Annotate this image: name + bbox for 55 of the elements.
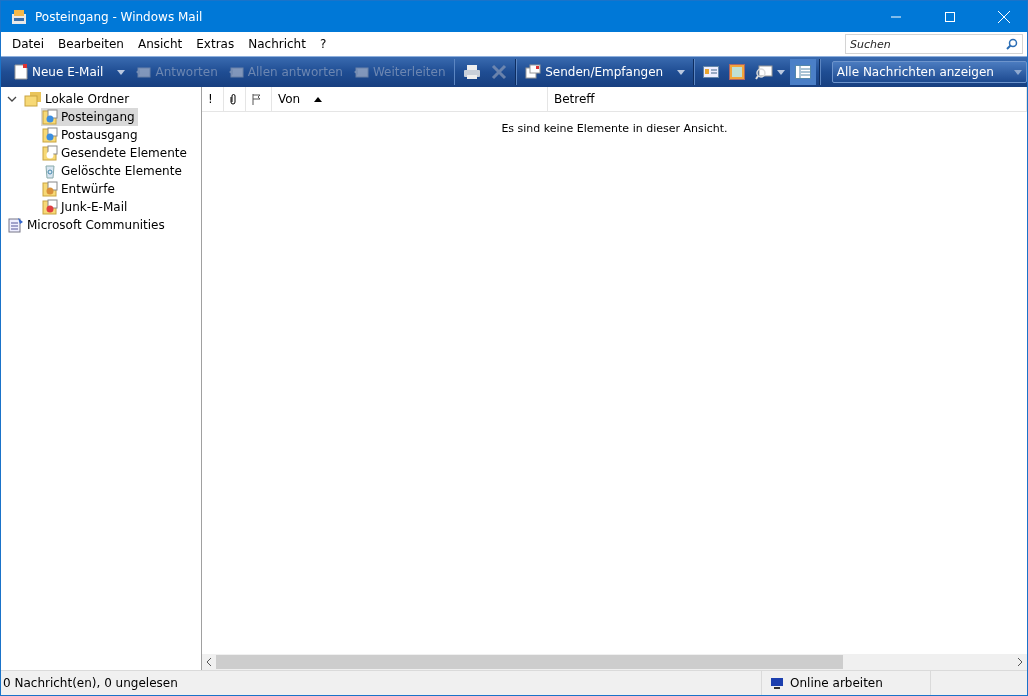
caret-icon — [777, 69, 785, 75]
folder-item[interactable]: Lokale Ordner — [23, 90, 133, 108]
maximize-icon — [945, 11, 955, 22]
folder-item[interactable]: Gelöschte Elemente — [41, 162, 185, 180]
folder-item[interactable]: Junk-E-Mail — [41, 198, 131, 216]
menu-item[interactable]: Bearbeiten — [51, 35, 131, 53]
menu-item[interactable]: ? — [312, 35, 334, 53]
paperclip-icon — [230, 93, 236, 105]
computer-icon — [770, 676, 784, 690]
folders-icon — [24, 91, 42, 107]
empty-message: Es sind keine Elemente in dieser Ansicht. — [501, 122, 728, 136]
caret-icon — [117, 69, 126, 75]
toolbar-button[interactable]: Neue E-Mail — [9, 59, 131, 85]
recycle-bin-icon — [42, 163, 58, 179]
close-icon — [998, 10, 1010, 23]
caret-icon — [1013, 69, 1022, 75]
toolbar-button[interactable]: Senden/Empfangen — [520, 59, 691, 85]
caret-icon — [677, 69, 686, 75]
drafts-folder-icon — [42, 181, 58, 197]
menu-item[interactable]: Ansicht — [130, 35, 190, 53]
find-message-icon — [755, 64, 773, 80]
scroll-right-icon — [1017, 658, 1023, 666]
folder-item[interactable]: Microsoft Communities — [7, 216, 168, 234]
layout-icon — [795, 65, 811, 79]
folder-item[interactable]: Entwürfe — [41, 180, 118, 198]
sent-folder-icon — [42, 145, 58, 161]
send-receive-icon — [525, 64, 542, 80]
chevron-down-icon[interactable] — [7, 94, 17, 104]
contact-card-icon — [703, 66, 719, 78]
new-mail-icon — [14, 64, 28, 80]
outbox-folder-icon — [42, 127, 58, 143]
search-field[interactable]: Suchen — [845, 34, 1023, 54]
menu-item[interactable]: Datei — [5, 35, 51, 53]
folder-item[interactable]: Gesendete Elemente — [41, 144, 190, 162]
horizontal-scrollbar[interactable] — [202, 654, 1027, 670]
toolbar-button[interactable] — [790, 59, 816, 85]
window-title: Posteingang - Windows Mail — [35, 9, 204, 24]
status-message: 0 Nachricht(en), 0 ungelesen — [2, 676, 179, 690]
sort-ascending-icon — [314, 96, 323, 102]
flag-icon — [252, 93, 261, 105]
calendar-icon — [729, 64, 745, 80]
newsgroup-icon — [8, 217, 24, 233]
view-filter-dropdown[interactable]: Alle Nachrichten anzeigen — [831, 61, 1027, 83]
connection-status: Online arbeiten — [790, 676, 883, 690]
scroll-left-icon — [206, 658, 212, 666]
folder-item[interactable]: Postausgang — [41, 126, 141, 144]
junk-folder-icon — [42, 199, 58, 215]
menu-item[interactable]: Extras — [189, 35, 242, 53]
delete-icon — [491, 64, 508, 80]
folder-item[interactable]: Posteingang — [41, 108, 138, 126]
app-icon — [11, 8, 27, 25]
print-icon — [463, 64, 482, 80]
menu-item[interactable]: Nachricht — [241, 35, 313, 53]
inbox-folder-icon — [42, 109, 58, 125]
search-icon — [1006, 38, 1018, 50]
